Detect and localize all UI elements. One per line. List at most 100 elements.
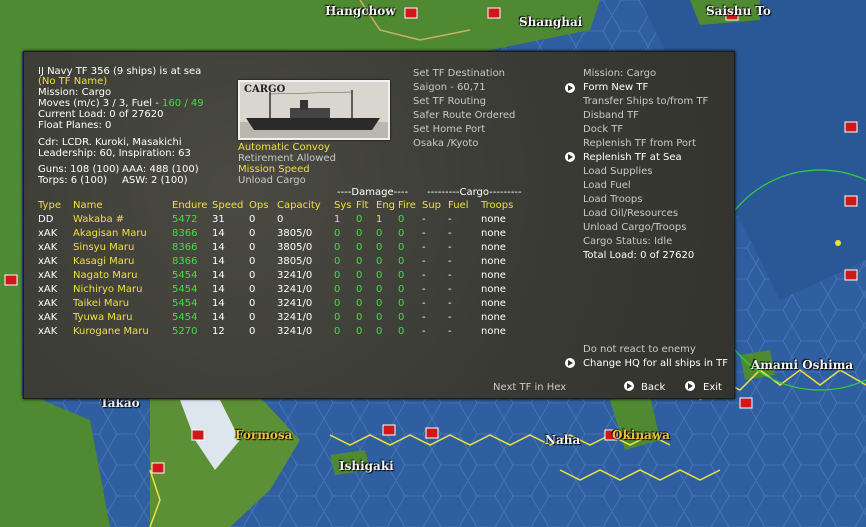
do-not-react-toggle[interactable]: Do not react to enemy xyxy=(583,344,696,356)
ship-type: xAK xyxy=(38,242,58,253)
ship-type: xAK xyxy=(38,256,58,267)
ship-table: Type Name Endure Speed Ops Capacity Sys Flt Eng F… xyxy=(38,199,521,339)
exit-arrow-icon xyxy=(685,381,695,391)
replenish-from-port-button[interactable]: Replenish TF from Port xyxy=(583,138,696,150)
table-row[interactable]: xAK Kurogane Maru 5270 12 0 3241/0 0 0 0 0 - - none xyxy=(38,325,521,339)
ship-ops: 0 xyxy=(249,228,256,239)
ship-name[interactable]: Kasagi Maru xyxy=(73,255,172,269)
table-row[interactable]: xAK Taikei Maru 5454 14 0 3241/0 0 0 0 0 - - none xyxy=(38,297,521,311)
ship-capacity: 3241/0 xyxy=(277,298,313,309)
ship-flt: 0 xyxy=(356,298,363,309)
ship-eng: 0 xyxy=(376,284,383,295)
table-row[interactable]: xAK Kasagi Maru 8366 14 0 3805/0 0 0 0 0 - - none xyxy=(38,255,521,269)
map-label-saishu-to: Saishu To xyxy=(706,4,771,18)
ship-capacity: 0 xyxy=(277,214,284,225)
tf-float-planes: Float Planes: 0 xyxy=(38,120,112,131)
ship-capacity: 3805/0 xyxy=(277,242,313,253)
ship-troops: none xyxy=(481,256,506,267)
ship-capacity: 3241/0 xyxy=(277,326,313,337)
task-force-panel: IJ Navy TF 356 (9 ships) is at sea (No T… xyxy=(23,51,735,399)
change-hq-button[interactable]: Change HQ for all ships in TF xyxy=(583,358,728,370)
ship-type: DD xyxy=(38,214,54,225)
ship-capacity: 3805/0 xyxy=(277,228,313,239)
ship-troops: none xyxy=(481,326,506,337)
ship-troops: none xyxy=(481,298,506,309)
ship-sys: 0 xyxy=(334,284,341,295)
load-supplies-button[interactable]: Load Supplies xyxy=(583,166,652,178)
ship-type: xAK xyxy=(38,298,58,309)
ship-eng: 0 xyxy=(376,256,383,267)
ship-speed: 31 xyxy=(212,214,225,225)
ship-type: xAK xyxy=(38,312,58,323)
ship-endure: 5454 xyxy=(172,284,198,295)
table-row[interactable]: xAK Sinsyu Maru 8366 14 0 3805/0 0 0 0 0 - - none xyxy=(38,241,521,255)
ship-sys: 0 xyxy=(334,242,341,253)
form-new-tf-button[interactable]: Form New TF xyxy=(583,82,648,94)
column-header-speed[interactable]: Speed xyxy=(212,199,249,213)
column-header-endure[interactable]: Endure xyxy=(172,199,212,213)
ship-speed: 14 xyxy=(212,242,225,253)
set-tf-routing-button[interactable]: Set TF Routing xyxy=(413,96,486,108)
ship-fire: 0 xyxy=(398,312,405,323)
ship-name[interactable]: Nagato Maru xyxy=(73,269,172,283)
ship-fuel: - xyxy=(448,242,452,253)
column-header-capacity[interactable]: Capacity xyxy=(277,199,334,213)
replenish-at-sea-button[interactable]: Replenish TF at Sea xyxy=(583,152,682,164)
right-menu-mission[interactable]: Mission: Cargo xyxy=(583,68,656,80)
ship-flt: 0 xyxy=(356,326,363,337)
column-header-ops[interactable]: Ops xyxy=(249,199,277,213)
column-header-name[interactable]: Name xyxy=(73,199,172,213)
ship-troops: none xyxy=(481,270,506,281)
map-label-ishigaki: Ishigaki xyxy=(339,459,394,473)
ship-name[interactable]: Akagisan Maru xyxy=(73,227,172,241)
column-header-sup[interactable]: Sup xyxy=(422,199,448,213)
column-header-sys[interactable]: Sys xyxy=(334,199,356,213)
column-header-eng[interactable]: Eng xyxy=(376,199,398,213)
table-row[interactable]: xAK Nichiryo Maru 5454 14 0 3241/0 0 0 0 0 - - none xyxy=(38,283,521,297)
ship-name[interactable]: Wakaba # xyxy=(73,213,172,227)
damage-group-header: ----Damage---- xyxy=(337,187,409,198)
ship-fuel: - xyxy=(448,284,452,295)
column-header-fuel[interactable]: Fuel xyxy=(448,199,481,213)
ship-sup: - xyxy=(422,242,426,253)
back-button[interactable]: Back xyxy=(641,382,665,394)
column-header-flt[interactable]: Flt xyxy=(356,199,376,213)
ship-ops: 0 xyxy=(249,256,256,267)
ship-troops: none xyxy=(481,284,506,295)
ship-eng: 0 xyxy=(376,326,383,337)
ship-eng: 0 xyxy=(376,228,383,239)
set-home-port-button[interactable]: Set Home Port xyxy=(413,124,485,136)
ship-endure: 8366 xyxy=(172,228,198,239)
ship-eng: 0 xyxy=(376,270,383,281)
ship-name[interactable]: Kurogane Maru xyxy=(73,325,172,339)
ship-name[interactable]: Tyuwa Maru xyxy=(73,311,172,325)
table-row[interactable]: DD Wakaba #5472 31 0 0 1 0 1 0 - - none xyxy=(38,213,521,227)
routing-value: Safer Route Ordered xyxy=(413,110,516,121)
ship-sup: - xyxy=(422,284,426,295)
exit-button[interactable]: Exit xyxy=(703,382,722,394)
table-row[interactable]: xAK Akagisan Maru 8366 14 0 3805/0 0 0 0 0 - - none xyxy=(38,227,521,241)
next-tf-in-hex-button[interactable]: Next TF in Hex xyxy=(493,382,566,394)
column-header-fire[interactable]: Fire xyxy=(398,199,422,213)
ship-sys: 0 xyxy=(334,298,341,309)
ship-capacity: 3805/0 xyxy=(277,256,313,267)
ship-flt: 0 xyxy=(356,214,363,225)
table-row[interactable]: xAK Nagato Maru 5454 14 0 3241/0 0 0 0 0 - - none xyxy=(38,269,521,283)
ship-name[interactable]: Nichiryo Maru xyxy=(73,283,172,297)
column-header-type[interactable]: Type xyxy=(38,199,73,213)
unload-cargo-toggle[interactable]: Unload Cargo xyxy=(238,175,306,187)
set-tf-destination-button[interactable]: Set TF Destination xyxy=(413,68,505,80)
unload-cargo-troops-button[interactable]: Unload Cargo/Troops xyxy=(583,222,686,234)
ship-name[interactable]: Sinsyu Maru xyxy=(73,241,172,255)
load-troops-button[interactable]: Load Troops xyxy=(583,194,643,206)
ship-type: xAK xyxy=(38,228,58,239)
disband-tf-button[interactable]: Disband TF xyxy=(583,110,639,122)
column-header-troops[interactable]: Troops xyxy=(481,199,521,213)
ship-type: xAK xyxy=(38,284,58,295)
load-fuel-button[interactable]: Load Fuel xyxy=(583,180,631,192)
ship-name[interactable]: Taikei Maru xyxy=(73,297,172,311)
transfer-ships-button[interactable]: Transfer Ships to/from TF xyxy=(583,96,708,108)
table-row[interactable]: xAK Tyuwa Maru 5454 14 0 3241/0 0 0 0 0 - - none xyxy=(38,311,521,325)
load-oil-resources-button[interactable]: Load Oil/Resources xyxy=(583,208,678,220)
dock-tf-button[interactable]: Dock TF xyxy=(583,124,623,136)
